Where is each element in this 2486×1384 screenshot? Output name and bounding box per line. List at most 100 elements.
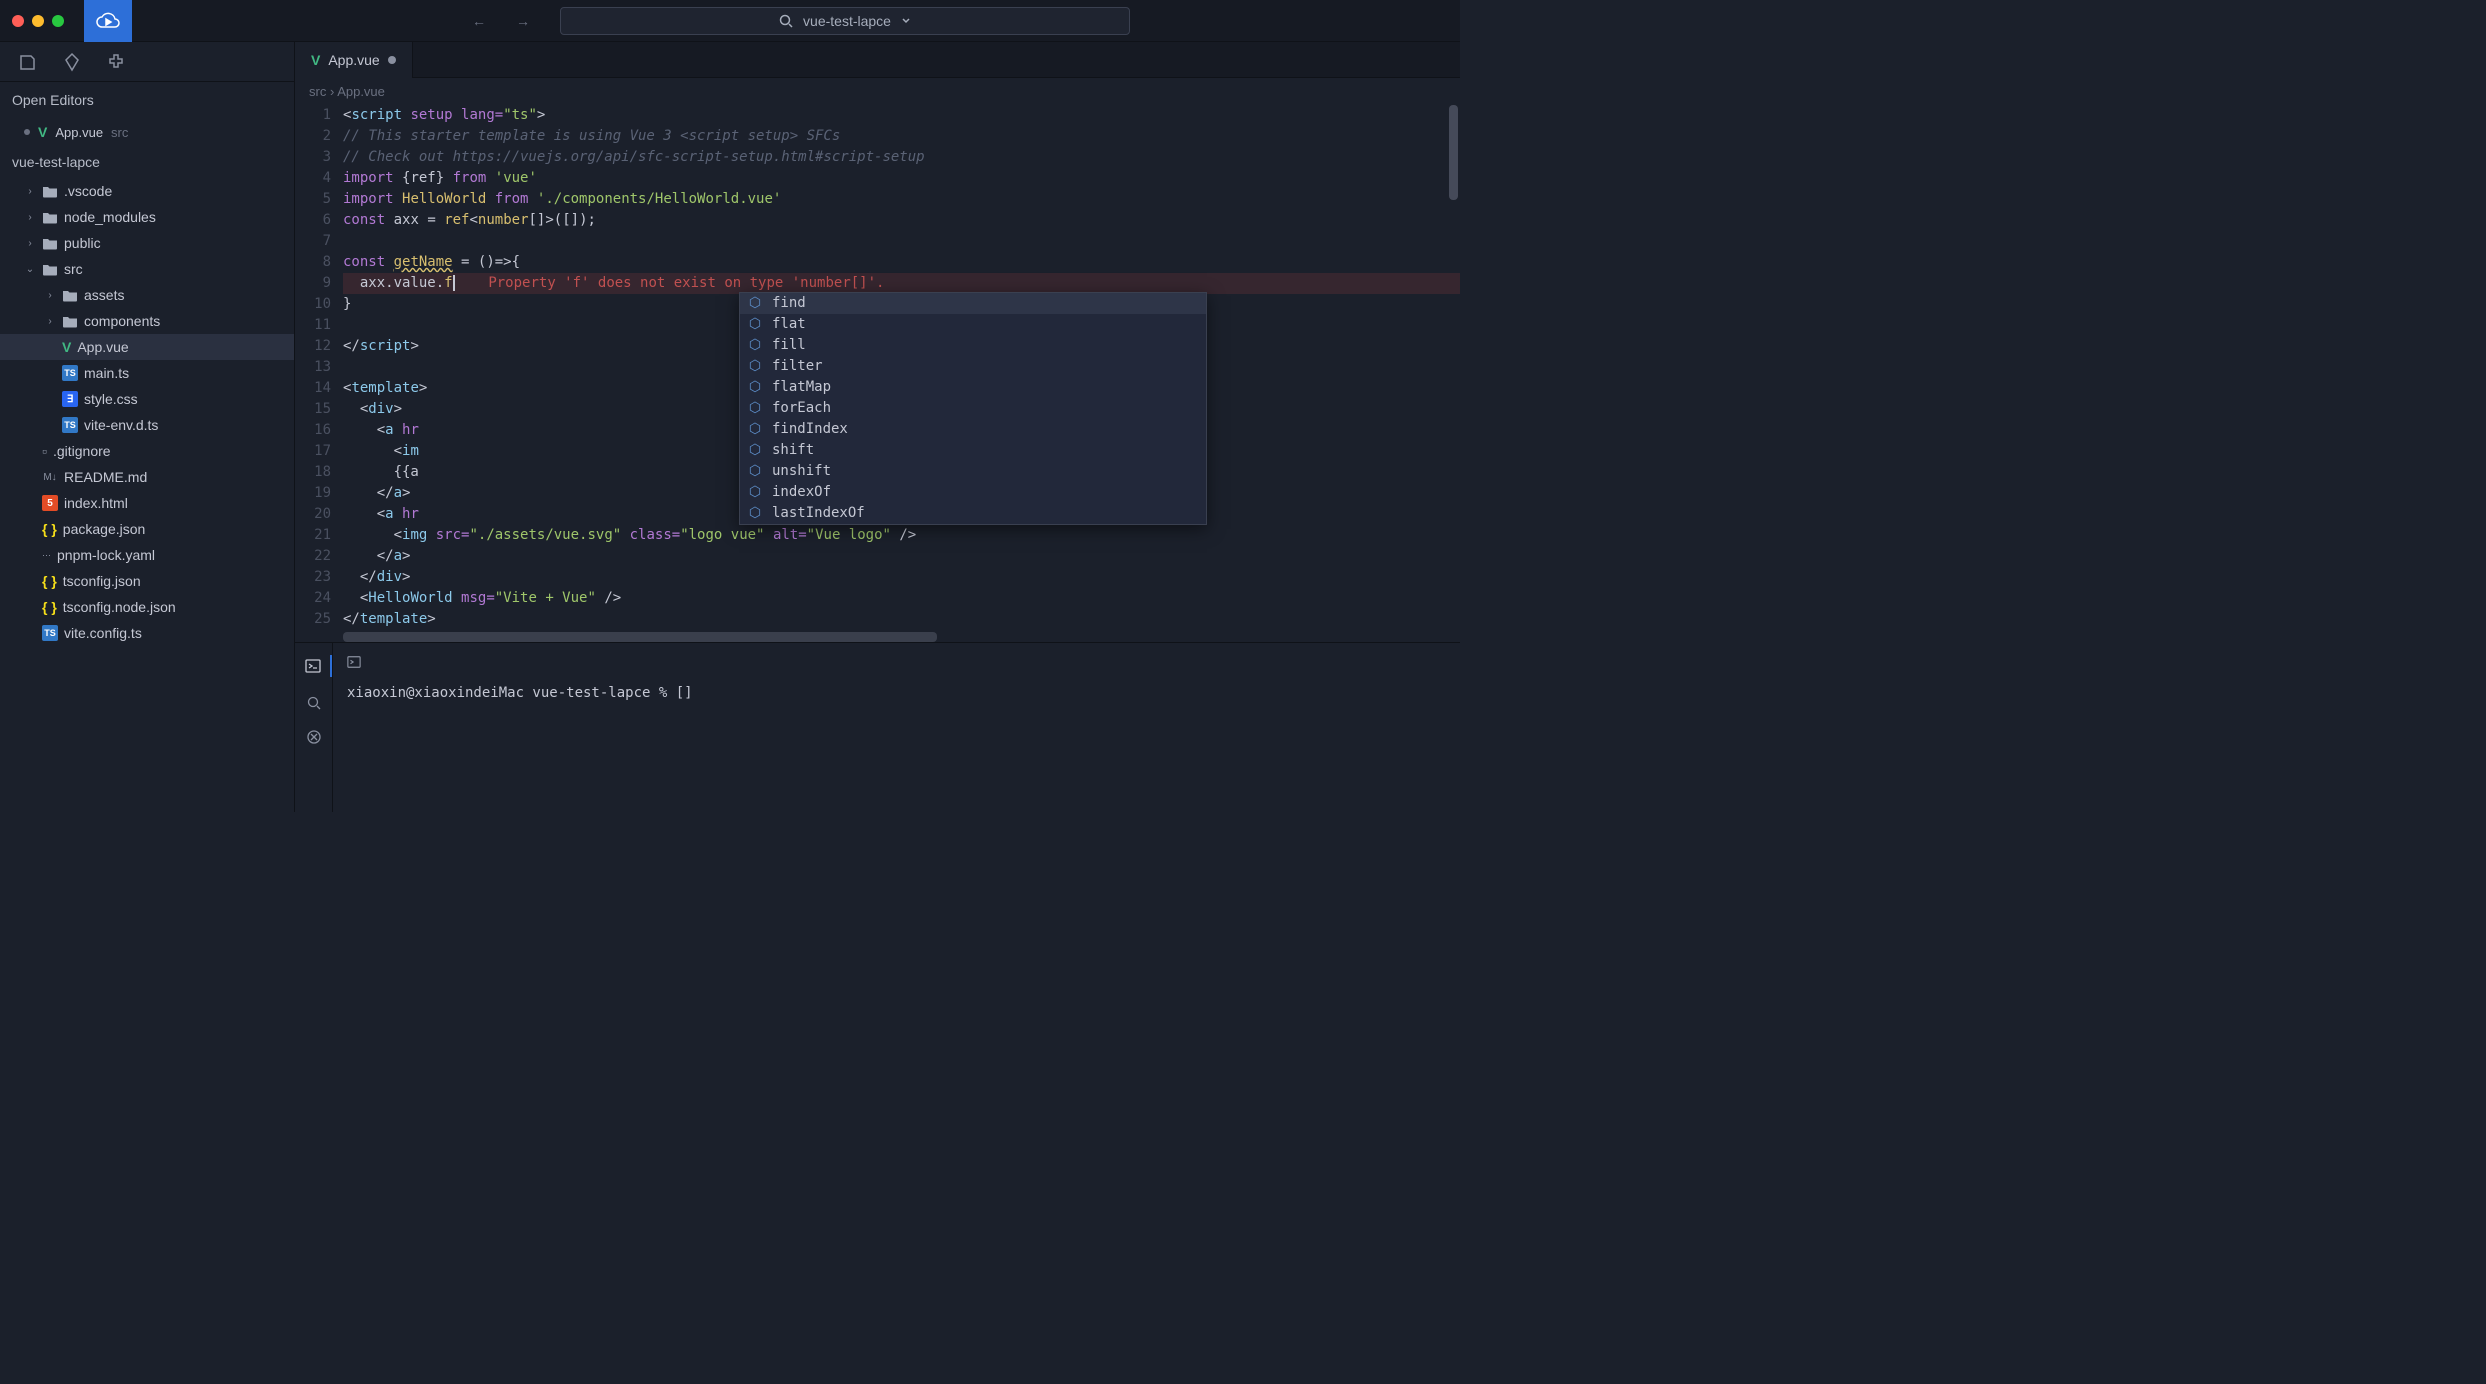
open-editor-item[interactable]: V App.vue src	[0, 118, 294, 146]
folder-icon	[42, 185, 58, 198]
forward-button[interactable]: →	[516, 13, 530, 29]
vertical-scrollbar[interactable]	[1448, 105, 1460, 642]
modified-indicator	[388, 56, 396, 64]
method-icon: ⬡	[748, 503, 762, 524]
json-icon: { }	[42, 599, 57, 615]
search-panel-icon[interactable]	[306, 695, 322, 711]
source-control-icon[interactable]	[62, 52, 82, 72]
tree-item-vite-config-ts[interactable]: TSvite.config.ts	[0, 620, 294, 646]
method-icon: ⬡	[748, 440, 762, 461]
maximize-window-button[interactable]	[52, 15, 64, 27]
method-icon: ⬡	[748, 461, 762, 482]
tree-item-vite-env-d-ts[interactable]: TSvite-env.d.ts	[0, 412, 294, 438]
completion-item[interactable]: ⬡indexOf	[740, 482, 1206, 503]
terminal-tab[interactable]	[347, 655, 1446, 669]
tree-item-tsconfig-node-json[interactable]: { } tsconfig.node.json	[0, 594, 294, 620]
tree-item-label: pnpm-lock.yaml	[57, 547, 155, 563]
files-icon[interactable]	[18, 52, 38, 72]
file-tree: ›.vscode›node_modules›public⌄src›assets›…	[0, 178, 294, 646]
tree-item--gitignore[interactable]: ▫ .gitignore	[0, 438, 294, 464]
completion-item[interactable]: ⬡fill	[740, 335, 1206, 356]
completion-item[interactable]: ⬡findIndex	[740, 419, 1206, 440]
terminal[interactable]: xiaoxin@xiaoxindeiMac vue-test-lapce % […	[333, 643, 1460, 812]
method-icon: ⬡	[748, 335, 762, 356]
ts-icon: TS	[62, 365, 78, 381]
tree-item-label: index.html	[64, 495, 128, 511]
tree-item-main-ts[interactable]: TS main.ts	[0, 360, 294, 386]
tree-item-index-html[interactable]: 5index.html	[0, 490, 294, 516]
open-editors-header: Open Editors	[0, 82, 294, 118]
terminal-tab-icon[interactable]	[295, 655, 332, 677]
tree-item-public[interactable]: ›public	[0, 230, 294, 256]
tree-item-node_modules[interactable]: › node_modules	[0, 204, 294, 230]
tree-item-tsconfig-json[interactable]: { }tsconfig.json	[0, 568, 294, 594]
tree-item-style-css[interactable]: ∃style.css	[0, 386, 294, 412]
completion-label: filter	[772, 356, 823, 377]
editor-pane: V App.vue src › App.vue 1234567891011121…	[294, 42, 1460, 812]
tree-item-App-vue[interactable]: VApp.vue	[0, 334, 294, 360]
tab-app-vue[interactable]: V App.vue	[295, 42, 413, 78]
method-icon: ⬡	[748, 377, 762, 398]
close-window-button[interactable]	[12, 15, 24, 27]
tree-item-label: .gitignore	[53, 443, 111, 459]
completion-item[interactable]: ⬡flat	[740, 314, 1206, 335]
tree-item-label: tsconfig.node.json	[63, 599, 176, 615]
scrollbar-thumb[interactable]	[1449, 105, 1458, 200]
folder-icon	[42, 263, 58, 276]
completion-item[interactable]: ⬡find	[740, 293, 1206, 314]
method-icon: ⬡	[748, 293, 762, 314]
tree-item--vscode[interactable]: ›.vscode	[0, 178, 294, 204]
chevron-down-icon	[901, 16, 911, 26]
bottom-panel: xiaoxin@xiaoxindeiMac vue-test-lapce % […	[295, 642, 1460, 812]
ts-icon: TS	[62, 417, 78, 433]
git-icon: ▫	[42, 443, 47, 459]
modified-dot	[24, 129, 30, 135]
method-icon: ⬡	[748, 419, 762, 440]
completion-item[interactable]: ⬡shift	[740, 440, 1206, 461]
method-icon: ⬡	[748, 314, 762, 335]
back-button[interactable]: ←	[472, 13, 486, 29]
tree-item-src[interactable]: ⌄src	[0, 256, 294, 282]
completion-item[interactable]: ⬡forEach	[740, 398, 1206, 419]
tab-label: App.vue	[328, 52, 379, 68]
md-icon: M↓	[42, 469, 58, 485]
tree-item-label: main.ts	[84, 365, 129, 381]
tree-item-pnpm-lock-yaml[interactable]: ⋯pnpm-lock.yaml	[0, 542, 294, 568]
tree-item-label: App.vue	[77, 339, 128, 355]
command-search-bar[interactable]: vue-test-lapce	[560, 7, 1130, 35]
tree-item-README-md[interactable]: M↓README.md	[0, 464, 294, 490]
tree-item-package-json[interactable]: { }package.json	[0, 516, 294, 542]
completion-item[interactable]: ⬡ unshift	[740, 461, 1206, 482]
completion-popup[interactable]: ⬡find⬡flat⬡fill⬡filter⬡flatMap⬡forEach⬡f…	[739, 292, 1207, 525]
problems-icon[interactable]	[306, 729, 322, 745]
breadcrumb[interactable]: src › App.vue	[295, 78, 1460, 105]
tree-item-label: components	[84, 313, 160, 329]
completion-item[interactable]: ⬡lastIndexOf	[740, 503, 1206, 524]
cloud-play-button[interactable]	[84, 0, 132, 42]
line-gutter: 1234567891011121314151617181920212223242…	[295, 105, 343, 642]
file-name: App.vue	[55, 125, 103, 140]
horizontal-scrollbar[interactable]	[343, 632, 937, 642]
tree-item-label: node_modules	[64, 209, 156, 225]
completion-label: unshift	[772, 461, 831, 482]
chevron-icon: ›	[24, 212, 36, 223]
code-editor[interactable]: 1234567891011121314151617181920212223242…	[295, 105, 1460, 642]
folder-icon	[42, 211, 58, 224]
tree-item-components[interactable]: ›components	[0, 308, 294, 334]
extensions-icon[interactable]	[106, 52, 126, 72]
project-name[interactable]: vue-test-lapce	[0, 146, 294, 178]
css-icon: ∃	[62, 391, 78, 407]
chevron-icon: ›	[24, 186, 36, 197]
completion-item[interactable]: ⬡filter	[740, 356, 1206, 377]
tree-item-label: tsconfig.json	[63, 573, 141, 589]
completion-label: flatMap	[772, 377, 831, 398]
tree-item-label: public	[64, 235, 101, 251]
file-dir: src	[111, 125, 128, 140]
completion-item[interactable]: ⬡ flatMap	[740, 377, 1206, 398]
folder-icon	[42, 237, 58, 250]
vue-icon: V	[38, 124, 47, 140]
tree-item-assets[interactable]: ›assets	[0, 282, 294, 308]
minimize-window-button[interactable]	[32, 15, 44, 27]
window-controls	[12, 15, 64, 27]
search-icon	[779, 14, 793, 28]
